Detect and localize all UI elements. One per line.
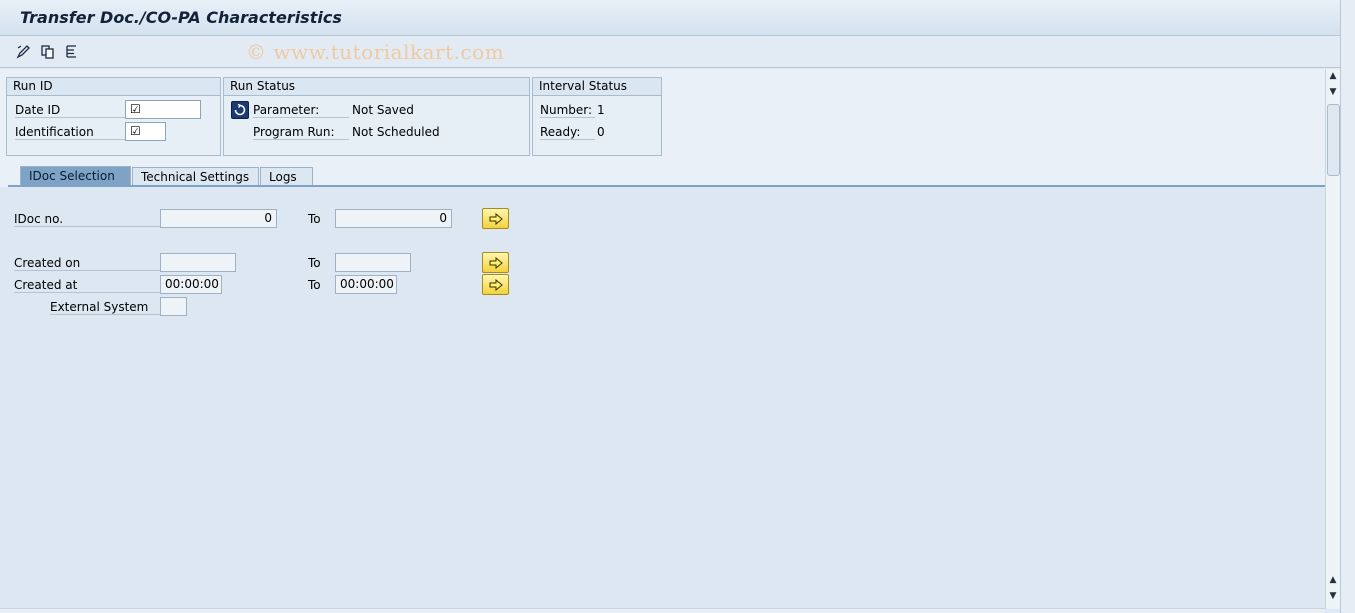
created-on-label: Created on	[14, 256, 160, 271]
title-bar: Transfer Doc./CO-PA Characteristics	[0, 0, 1340, 36]
watermark: © www.tutorialkart.com	[246, 40, 505, 64]
date-id-check-icon: ☑	[130, 102, 141, 116]
idoc-no-to-input[interactable]: 0	[335, 209, 452, 228]
parameter-value: Not Saved	[352, 103, 414, 117]
created-at-to-label: To	[308, 278, 321, 292]
identification-field[interactable]: ☑	[125, 122, 166, 141]
horizontal-scrollbar[interactable]	[0, 608, 1325, 613]
identification-check-icon: ☑	[130, 124, 141, 138]
page-title: Transfer Doc./CO-PA Characteristics	[20, 8, 342, 27]
run-id-header: Run ID	[7, 78, 220, 96]
idoc-no-multiple-selection-button[interactable]	[482, 208, 509, 229]
copy-icon[interactable]	[39, 43, 55, 59]
interval-status-header: Interval Status	[533, 78, 661, 96]
idoc-selection-panel: IDoc no. 0 To 0 Created on To Created at…	[0, 187, 1325, 609]
date-id-field[interactable]: ☑	[125, 100, 201, 119]
created-at-multiple-selection-button[interactable]	[482, 274, 509, 295]
identification-label: Identification	[15, 125, 125, 140]
date-id-label: Date ID	[15, 103, 125, 118]
refresh-status-icon[interactable]	[231, 101, 249, 119]
program-run-label: Program Run:	[253, 125, 349, 140]
arrow-right-icon	[489, 212, 503, 225]
number-label: Number:	[540, 103, 595, 118]
window-right-edge	[1340, 0, 1355, 613]
scroll-down-icon[interactable]: ▼	[1328, 87, 1338, 97]
created-on-to-input[interactable]	[335, 253, 411, 272]
created-on-to-label: To	[308, 256, 321, 270]
edit-pencil-icon[interactable]	[15, 43, 31, 59]
number-value: 1	[597, 103, 605, 117]
created-on-multiple-selection-button[interactable]	[482, 252, 509, 273]
created-at-to-input[interactable]: 00:00:00	[335, 275, 397, 294]
run-status-group: Run Status Parameter: Not Saved Program …	[223, 77, 530, 156]
vertical-scrollbar[interactable]: ▲ ▼ ▲ ▼	[1325, 69, 1340, 609]
created-at-label: Created at	[14, 278, 160, 293]
arrow-right-icon	[489, 278, 503, 291]
parameter-label: Parameter:	[253, 103, 349, 118]
main-content: Run ID Date ID ☑ Identification ☑ Run St…	[0, 69, 1325, 609]
list-icon[interactable]	[63, 43, 79, 59]
ready-value: 0	[597, 125, 605, 139]
scroll-up-icon[interactable]: ▲	[1328, 71, 1338, 81]
idoc-no-to-label: To	[308, 212, 321, 226]
scroll-down-bottom-icon[interactable]: ▼	[1328, 591, 1338, 601]
arrow-right-icon	[489, 256, 503, 269]
application-toolbar: © www.tutorialkart.com	[0, 36, 1340, 68]
run-status-header: Run Status	[224, 78, 529, 96]
ready-label: Ready:	[540, 125, 595, 140]
created-at-from-input[interactable]: 00:00:00	[160, 275, 222, 294]
created-on-from-input[interactable]	[160, 253, 236, 272]
run-id-group: Run ID Date ID ☑ Identification ☑	[6, 77, 221, 156]
scroll-up-bottom-icon[interactable]: ▲	[1328, 575, 1338, 585]
program-run-value: Not Scheduled	[352, 125, 440, 139]
tab-technical-settings[interactable]: Technical Settings	[132, 167, 259, 187]
idoc-no-label: IDoc no.	[14, 212, 160, 227]
external-system-label: External System	[50, 300, 160, 315]
scroll-thumb[interactable]	[1327, 104, 1340, 176]
external-system-input[interactable]	[160, 297, 187, 316]
tab-logs[interactable]: Logs	[260, 167, 313, 187]
tab-idoc-selection[interactable]: IDoc Selection	[20, 166, 131, 187]
interval-status-group: Interval Status Number: 1 Ready: 0	[532, 77, 662, 156]
idoc-no-from-input[interactable]: 0	[160, 209, 277, 228]
